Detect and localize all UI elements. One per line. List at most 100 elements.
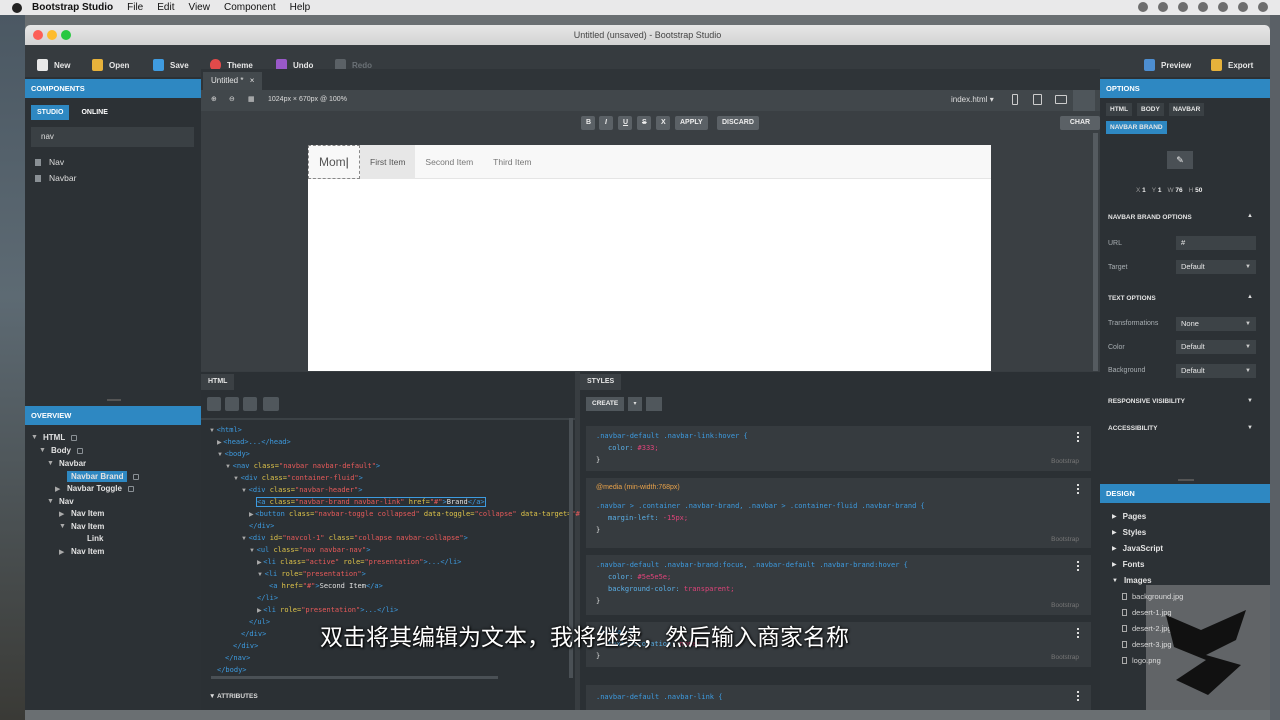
css-rule-3[interactable]: .navbar-default .navbar-brand:focus, .na… xyxy=(586,555,1091,615)
zoom-out-icon[interactable]: ⊖ xyxy=(229,95,235,103)
attributes-toggle[interactable]: ▼ ATTRIBUTES xyxy=(209,693,258,700)
search-styles-button[interactable] xyxy=(646,397,662,411)
design-javascript[interactable]: ▶ JavaScript xyxy=(1112,544,1163,553)
expand-arrow-icon[interactable]: ▼ xyxy=(257,572,265,578)
design-images[interactable]: ▼ Images xyxy=(1112,576,1152,585)
preview-navbar-brand[interactable]: Mom| xyxy=(308,145,360,179)
text-options-head[interactable]: TEXT OPTIONS xyxy=(1108,295,1156,302)
preview-nav-item-1[interactable]: First Item xyxy=(360,145,416,179)
html-code-line[interactable]: ▶ <button class="navbar-toggle collapsed… xyxy=(249,510,584,518)
tree-navbar-toggle[interactable]: ▶ Navbar Toggle xyxy=(55,484,134,493)
html-code-line[interactable]: ▶ <li class="active" role="presentation"… xyxy=(257,558,461,566)
minimize-window-icon[interactable] xyxy=(47,30,57,40)
more-icon[interactable] xyxy=(1077,561,1079,571)
volume-icon[interactable] xyxy=(1198,2,1208,12)
option-tab-navbar-brand[interactable]: NAVBAR BRAND xyxy=(1106,121,1167,134)
target-select[interactable]: Default ▼ xyxy=(1176,260,1256,274)
accessibility-head[interactable]: ACCESSIBILITY xyxy=(1108,425,1157,432)
save-button[interactable]: Save xyxy=(153,59,189,71)
html-code-line[interactable]: ▼ <li role="presentation"> xyxy=(257,570,366,578)
url-input[interactable]: # xyxy=(1176,236,1256,250)
background-select[interactable]: Default ▼ xyxy=(1176,364,1256,378)
battery-icon[interactable] xyxy=(1218,2,1228,12)
expand-arrow-icon[interactable]: ▼ xyxy=(209,428,217,434)
more-icon[interactable] xyxy=(1077,691,1079,701)
option-tab-navbar[interactable]: NAVBAR xyxy=(1169,103,1205,116)
edit-pencil-icon[interactable]: ✎ xyxy=(1167,151,1193,169)
open-button[interactable]: Open xyxy=(92,59,129,71)
expand-icon[interactable]: ▼ xyxy=(1247,425,1253,431)
expand-arrow-icon[interactable]: ▼ xyxy=(241,488,249,494)
html-code-line[interactable]: </ul> xyxy=(249,618,270,626)
resize-handle[interactable] xyxy=(1178,479,1194,481)
preview-nav-item-3[interactable]: Third Item xyxy=(483,145,541,179)
close-window-icon[interactable] xyxy=(33,30,43,40)
expand-icon[interactable]: ▼ xyxy=(1247,398,1253,404)
brand-text[interactable]: Mom xyxy=(319,155,346,169)
search-html-button[interactable] xyxy=(263,397,279,411)
tree-link[interactable]: Link xyxy=(75,534,103,543)
html-code-line[interactable]: ▼ <div class="container-fluid"> xyxy=(233,474,363,482)
expand-arrow-icon[interactable]: ▼ xyxy=(241,536,249,542)
css-value[interactable]: #5e5e5e; xyxy=(638,573,672,581)
html-code-line[interactable]: <a href="#">Second Item</a> xyxy=(269,582,383,590)
html-code-line[interactable]: </li> xyxy=(257,594,278,602)
expand-arrow-icon[interactable]: ▼ xyxy=(249,548,257,554)
back-button[interactable] xyxy=(207,397,221,411)
bold-button[interactable]: B xyxy=(581,116,595,130)
list-icon[interactable] xyxy=(1258,2,1268,12)
tree-body[interactable]: ▼ Body xyxy=(39,446,83,455)
expand-arrow-icon[interactable]: ▼ xyxy=(233,476,241,482)
html-code-line[interactable]: ▶ <head>...</head> xyxy=(217,438,291,446)
component-nav[interactable]: Nav xyxy=(35,157,64,167)
desktop-icon[interactable] xyxy=(1073,90,1095,111)
html-code-line[interactable]: </div> xyxy=(249,522,274,530)
html-tab[interactable]: HTML xyxy=(201,374,235,390)
new-button[interactable]: New xyxy=(37,59,70,71)
menu-view[interactable]: View xyxy=(188,2,210,13)
preview-nav-item-2[interactable]: Second Item xyxy=(415,145,483,179)
zoom-in-icon[interactable]: ⊕ xyxy=(211,95,217,103)
css-rule-1[interactable]: .navbar-default .navbar-link:hover { col… xyxy=(586,426,1091,471)
expand-arrow-icon[interactable]: ▼ xyxy=(217,452,225,458)
tree-nav-item-1[interactable]: ▶ Nav Item xyxy=(59,509,104,518)
tree-nav-item-2[interactable]: ▼ Nav Item xyxy=(59,522,104,531)
html-code-line[interactable]: </nav> xyxy=(225,654,250,662)
apple-icon[interactable] xyxy=(12,2,22,13)
tab-studio[interactable]: STUDIO xyxy=(31,105,70,120)
apply-button[interactable]: APPLY xyxy=(675,116,708,130)
design-styles[interactable]: ▶ Styles xyxy=(1112,528,1146,537)
css-value[interactable]: transparent; xyxy=(684,585,735,593)
html-code-line[interactable]: ▼ <nav class="navbar navbar-default"> xyxy=(225,462,380,470)
collapse-icon[interactable]: ▲ xyxy=(1247,213,1253,219)
tree-navbar-brand[interactable]: Navbar Brand xyxy=(55,471,140,482)
forward-button[interactable] xyxy=(225,397,239,411)
canvas-scrollbar[interactable] xyxy=(1093,133,1098,371)
italic-button[interactable]: I xyxy=(599,116,613,130)
underline-button[interactable]: U xyxy=(618,116,632,130)
html-code-line[interactable]: </div> xyxy=(241,630,266,638)
zoom-window-icon[interactable] xyxy=(61,30,71,40)
color-select[interactable]: Default ▼ xyxy=(1176,340,1256,354)
resize-handle[interactable] xyxy=(107,399,121,401)
html-code-line[interactable]: </body> xyxy=(217,666,247,674)
grid-icon[interactable]: ▦ xyxy=(248,95,255,103)
menu-component[interactable]: Component xyxy=(224,2,276,13)
component-search-input[interactable]: nav xyxy=(31,127,194,147)
tab-online[interactable]: ONLINE xyxy=(75,105,113,120)
wifi-icon[interactable] xyxy=(1158,2,1168,12)
html-code-line[interactable]: ▼ <div class="navbar-header"> xyxy=(241,486,362,494)
record-icon[interactable] xyxy=(1138,2,1148,12)
tree-navbar[interactable]: ▼ Navbar xyxy=(47,459,86,468)
up-button[interactable] xyxy=(243,397,257,411)
css-value[interactable]: #333; xyxy=(638,444,659,452)
tree-nav-item-3[interactable]: ▶ Nav Item xyxy=(59,547,104,556)
char-input-button[interactable]: CHAR INPUT xyxy=(1060,116,1100,140)
more-icon[interactable] xyxy=(1077,484,1079,494)
transformations-select[interactable]: None ▼ xyxy=(1176,317,1256,331)
design-pages[interactable]: ▶ Pages xyxy=(1112,512,1146,521)
menu-app[interactable]: Bootstrap Studio xyxy=(32,2,113,13)
css-value[interactable]: -15px; xyxy=(663,514,688,522)
tree-nav[interactable]: ▼ Nav xyxy=(47,497,74,506)
menu-edit[interactable]: Edit xyxy=(157,2,174,13)
